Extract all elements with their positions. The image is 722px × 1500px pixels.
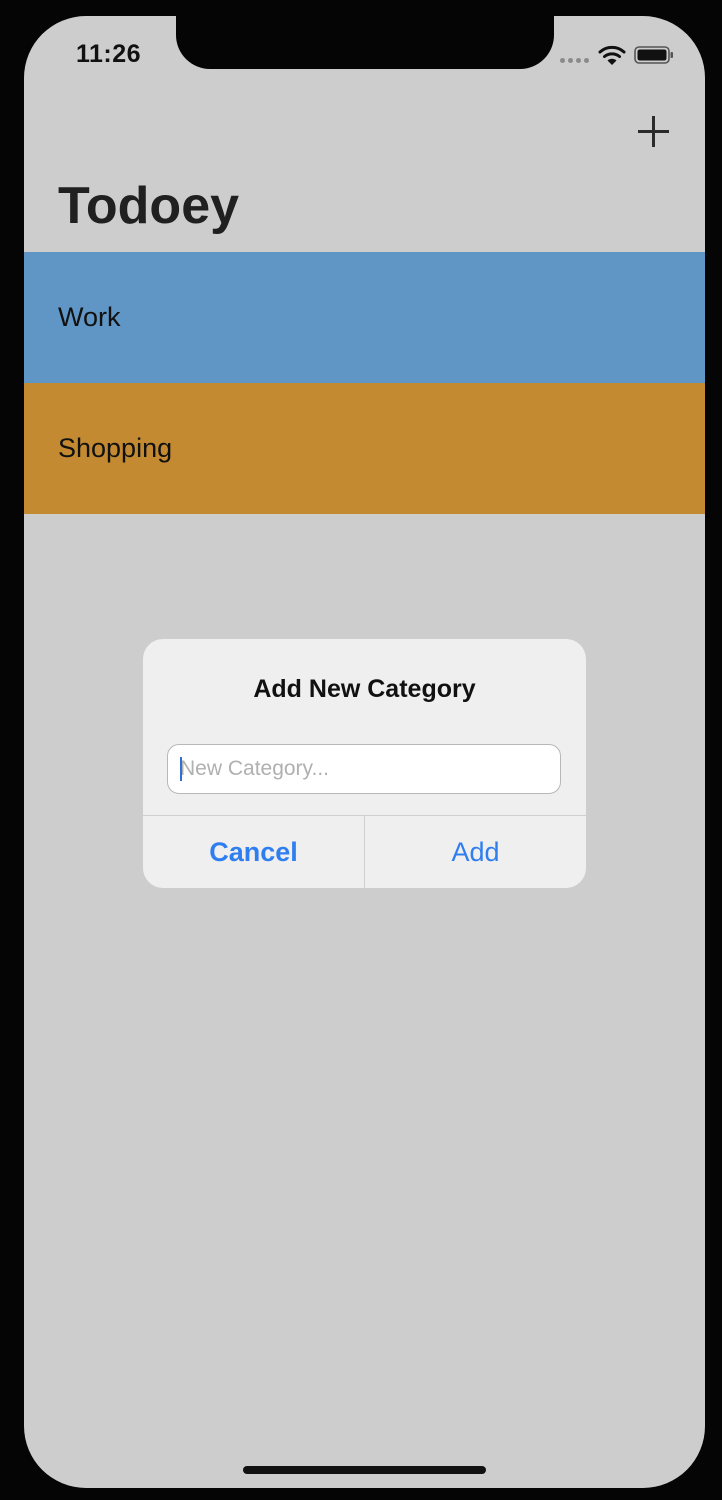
category-list: Work Shopping xyxy=(24,252,705,514)
alert-title: Add New Category xyxy=(253,675,476,703)
cancel-button[interactable]: Cancel xyxy=(143,816,364,888)
home-indicator[interactable] xyxy=(243,1466,486,1474)
add-category-button[interactable] xyxy=(636,114,672,150)
battery-icon xyxy=(634,46,674,64)
category-row[interactable]: Shopping xyxy=(24,383,705,514)
app-screen: 11:26 Todoey Work Shopping Add New Categ… xyxy=(24,16,705,1488)
device-notch xyxy=(176,16,554,69)
category-name-input[interactable] xyxy=(167,744,561,794)
category-label: Work xyxy=(58,302,121,332)
alert-button-bar: Cancel Add xyxy=(143,815,586,888)
add-category-alert: Add New Category Cancel Add xyxy=(143,639,586,888)
cellular-signal-icon xyxy=(560,58,592,66)
add-button[interactable]: Add xyxy=(365,816,586,888)
text-cursor xyxy=(180,757,182,781)
status-time: 11:26 xyxy=(76,40,142,68)
page-title: Todoey xyxy=(58,177,240,235)
phone-frame: 11:26 Todoey Work Shopping Add New Categ… xyxy=(0,0,722,1500)
category-label: Shopping xyxy=(58,433,173,463)
category-row[interactable]: Work xyxy=(24,252,705,383)
wifi-icon xyxy=(598,44,626,66)
